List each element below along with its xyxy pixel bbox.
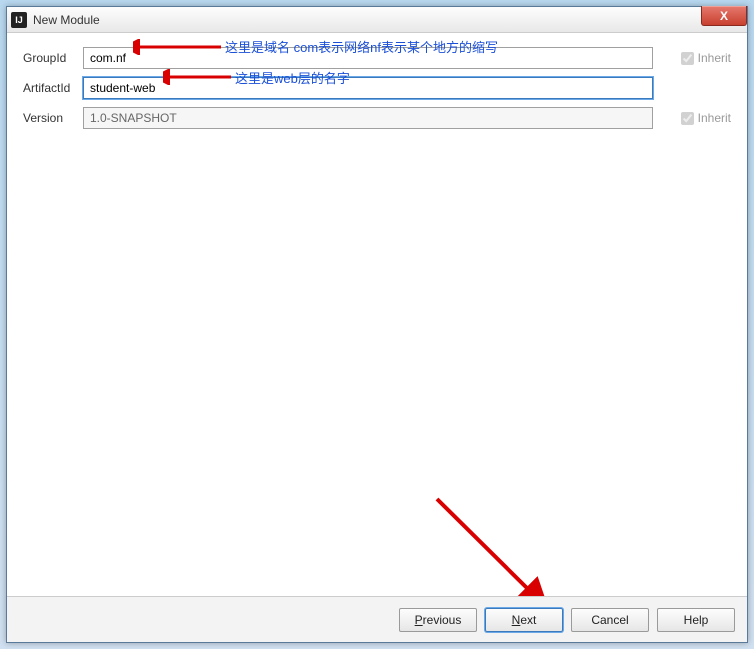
artifactid-label: ArtifactId <box>23 81 83 95</box>
version-input[interactable] <box>83 107 653 129</box>
inherit-label: Inherit <box>698 111 731 125</box>
version-inherit: Inherit <box>653 111 731 125</box>
artifactid-input[interactable] <box>83 77 653 99</box>
groupid-label: GroupId <box>23 51 83 65</box>
content-area: GroupId Inherit ArtifactId . Version Inh… <box>7 33 747 596</box>
groupid-input[interactable] <box>83 47 653 69</box>
dialog-window: IJ New Module X GroupId Inherit Artifact… <box>6 6 748 643</box>
version-inherit-checkbox <box>681 112 694 125</box>
inherit-label: Inherit <box>698 51 731 65</box>
artifactid-row: ArtifactId . <box>23 77 731 99</box>
close-icon: X <box>720 9 728 23</box>
footer: Previous Next Cancel Help <box>7 596 747 642</box>
help-button[interactable]: Help <box>657 608 735 632</box>
version-row: Version Inherit <box>23 107 731 129</box>
groupid-row: GroupId Inherit <box>23 47 731 69</box>
groupid-inherit: Inherit <box>653 51 731 65</box>
arrow-annotation-next <box>427 493 547 603</box>
cancel-button[interactable]: Cancel <box>571 608 649 632</box>
app-icon: IJ <box>11 12 27 28</box>
close-button[interactable]: X <box>701 6 747 26</box>
next-button[interactable]: Next <box>485 608 563 632</box>
previous-button[interactable]: Previous <box>399 608 477 632</box>
titlebar: IJ New Module X <box>7 7 747 33</box>
window-title: New Module <box>33 13 100 27</box>
version-label: Version <box>23 111 83 125</box>
groupid-inherit-checkbox <box>681 52 694 65</box>
